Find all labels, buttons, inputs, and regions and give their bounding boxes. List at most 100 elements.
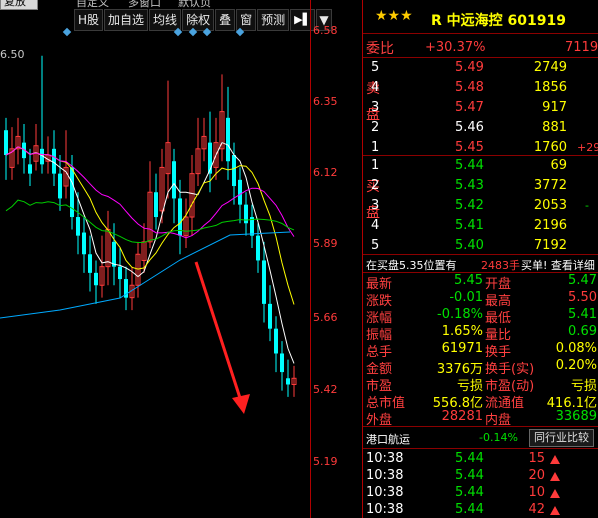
tick-volume: 10 [528,485,545,500]
stat-value: 61971 [441,341,483,356]
price-tick: 6.35 [313,95,338,108]
sell-volume: 2749 [533,60,567,75]
trend-arrow-head-icon [232,394,250,414]
chart-toolbar: H股 加自选 均线 除权 叠 窗 预测 ▶▌ ▼ [74,9,333,31]
candle-body [82,232,86,255]
candle-body [118,266,122,280]
candle-body [238,179,242,205]
sell-volume: 881 [542,120,567,135]
sector-change: -0.14% [479,431,518,444]
candle-body [4,130,8,156]
weibi-label: 委比 [366,41,394,57]
sell-price[interactable]: 5.49 [455,60,484,75]
buy-level: 4 [371,218,380,233]
overlay-button[interactable]: 叠 [215,9,236,31]
notice-detail-link[interactable]: 买单! 查看详细 [521,257,595,273]
candle-body [94,272,98,286]
candle-body [112,241,116,267]
candle-body [262,260,266,304]
candle-body [172,161,176,199]
price-tick: 5.42 [313,383,338,396]
tick-price: 5.44 [455,468,484,483]
tick-volume: 42 [528,502,545,517]
price-tick: 5.19 [313,455,338,468]
arrow-up-icon [550,472,560,481]
stat-value: 5.47 [568,273,597,288]
buy-price[interactable]: 5.41 [455,218,484,233]
buy-level: 5 [371,238,380,253]
tick-time: 10:38 [366,468,404,483]
tick-price: 5.44 [455,502,484,517]
tick-time: 10:38 [366,502,404,517]
sell-level: 3 [371,100,380,115]
candle-body [58,173,62,199]
top-window-tabs: 复放 [0,0,72,10]
buy-level: 1 [371,158,380,173]
replay-tab[interactable]: 复放 [0,0,38,10]
buy-volume: 7192 [533,238,567,253]
trend-arrow-shaft [194,261,242,399]
stat-value: 5.41 [568,307,597,322]
stock-title-bar: ★★★ R 中远海控 601919 [363,8,598,30]
candlestick-chart[interactable]: 6.50 [0,0,310,518]
tick-volume: 15 [528,451,545,466]
tick-time: 10:38 [366,451,404,466]
stat-value: 1.65% [441,324,483,339]
buy-level: 3 [371,198,380,213]
stat-value: 0.20% [555,358,597,373]
price-tick: 6.12 [313,166,338,179]
stat-value: 0.08% [555,341,597,356]
stat-value: -0.18% [437,307,483,322]
candle-body [286,378,290,385]
stat-value: 0.69 [568,324,597,339]
buy-volume: 2053 [533,198,567,213]
stock-name-code[interactable]: R 中远海控 601919 [431,10,566,30]
sell-price[interactable]: 5.47 [455,100,484,115]
quote-panel: ★★★ R 中远海控 601919 委比 +30.37% 7119 卖盘 5 5.… [362,0,598,518]
candle-body [28,164,32,174]
sector-name[interactable]: 港口航运 [366,431,410,447]
notice-text: 在买盘5.35位置有 [366,259,457,272]
buy-price[interactable]: 5.40 [455,238,484,253]
rating-stars-icon: ★★★ [375,8,413,24]
hshare-button[interactable]: H股 [74,9,104,31]
stat-value: 5.50 [568,290,597,305]
candle-body [274,328,278,354]
stat-value: -0.01 [449,290,483,305]
industry-compare-button[interactable]: 同行业比较 [529,429,594,447]
buy-volume: 2196 [533,218,567,233]
sell-price[interactable]: 5.48 [455,80,484,95]
arrow-up-icon [550,489,560,498]
sell-level: 4 [371,80,380,95]
sell-volume: 1760 [533,140,567,155]
forecast-button[interactable]: 预测 [257,9,290,31]
sell-price[interactable]: 5.46 [455,120,484,135]
stat-value: 33689 [555,409,597,424]
sell-price[interactable]: 5.45 [455,140,484,155]
candle-body [88,254,92,273]
tick-price: 5.44 [455,451,484,466]
candle-body [280,353,284,373]
buy-extra: - [585,199,589,212]
tick-price: 5.44 [455,485,484,500]
weibi-extra: 7119 [565,40,598,55]
ma60-line [0,231,291,319]
stat-value: 28281 [441,409,483,424]
candle-body [76,217,80,236]
buy-price[interactable]: 5.43 [455,178,484,193]
buy-volume: 3772 [533,178,567,193]
ex-rights-button[interactable]: 除权 [182,9,215,31]
price-tick: 6.58 [313,24,338,37]
sell-volume: 917 [542,100,567,115]
price-tick: 5.89 [313,237,338,250]
weibi-value: +30.37% [425,40,486,55]
arrow-up-icon [550,506,560,515]
notice-volume: 2483手 [481,259,520,272]
ma-value-label: 6.50 [0,48,25,61]
buy-price[interactable]: 5.42 [455,198,484,213]
arrow-up-icon [550,455,560,464]
add-watchlist-button[interactable]: 加自选 [104,9,149,31]
buy-price[interactable]: 5.44 [455,158,484,173]
tick-time: 10:38 [366,485,404,500]
sell-level: 2 [371,120,380,135]
